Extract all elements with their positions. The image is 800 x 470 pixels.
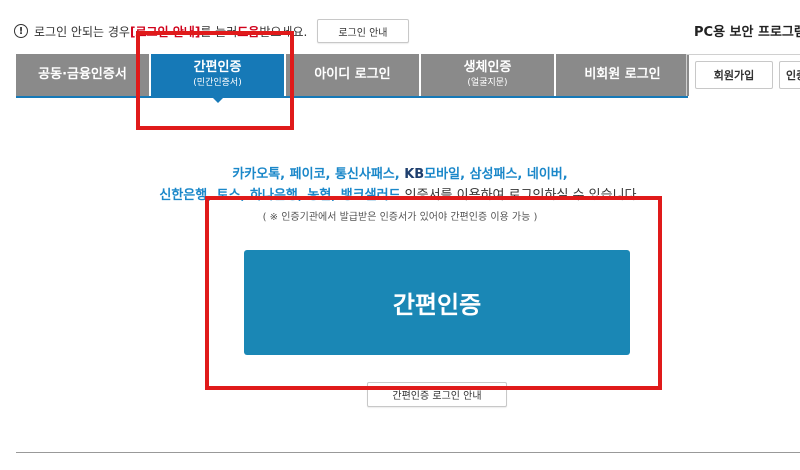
tab-label: 공동·금융인증서	[38, 66, 127, 82]
tab-guest-login[interactable]: 비회원 로그인	[556, 54, 689, 96]
tab-underline	[16, 96, 688, 98]
notice-prefix: 로그인 안되는 경우	[34, 24, 130, 39]
login-guide-link-text: [로그인 안내]	[129, 24, 201, 39]
notice-suffix: 받으세요.	[259, 24, 308, 39]
provider-names-rest: 모바일, 삼성패스, 네이버,	[424, 167, 568, 182]
login-method-tabs: 공동·금융인증서 간편인증 (민간인증서) 아이디 로그인 생체인증 (얼굴지문…	[16, 54, 691, 103]
provider-list-line-2: 신한은행, 토스, 하나은행, 농협, 뱅크샐러드 인증서를 이용하여 로그인하…	[0, 184, 800, 203]
tab-label: 생체인증	[463, 60, 512, 76]
tab-simple-auth[interactable]: 간편인증 (민간인증서)	[151, 54, 284, 103]
certificate-requirement-note: ( ※ 인증기관에서 발급받은 인증서가 있어야 간편인증 이용 가능 )	[262, 212, 538, 223]
tab-label: 간편인증	[193, 60, 242, 76]
notice-help-word: 도움	[237, 24, 260, 39]
member-actions: 회원가입 인증	[686, 54, 800, 96]
pc-security-program-label[interactable]: PC용 보안 프로그램	[694, 21, 800, 40]
simple-auth-button[interactable]: 간편인증	[244, 250, 630, 355]
tab-joint-financial-certificate[interactable]: 공동·금융인증서	[16, 54, 149, 96]
tab-id-login[interactable]: 아이디 로그인	[286, 54, 419, 96]
provider-list-line-1: 카카오톡, 페이코, 통신사패스, KB모바일, 삼성패스, 네이버,	[0, 163, 800, 182]
provider-names: 카카오톡, 페이코, 통신사패스,	[232, 167, 405, 182]
simple-auth-guide-button[interactable]: 간편인증 로그인 안내	[367, 382, 507, 407]
tab-sublabel: (얼굴지문)	[467, 78, 508, 89]
tab-sublabel: (민간인증서)	[193, 78, 242, 89]
provider-names: 신한은행, 토스, 하나은행, 농협, 뱅크샐러드	[159, 188, 401, 203]
provider-kb: KB	[404, 167, 425, 182]
bottom-divider	[16, 452, 800, 453]
certificate-button[interactable]: 인증	[779, 61, 800, 89]
tab-biometric-auth[interactable]: 생체인증 (얼굴지문)	[421, 54, 554, 96]
exclamation-circle-icon: !	[14, 24, 28, 38]
tab-label: 아이디 로그인	[314, 66, 391, 82]
tab-label: 비회원 로그인	[584, 66, 661, 82]
signup-button[interactable]: 회원가입	[695, 61, 773, 89]
login-guide-button[interactable]: 로그인 안내	[317, 19, 409, 43]
notice-middle: 를 눌러	[200, 24, 238, 39]
login-help-notice: ! 로그인 안되는 경우 [로그인 안내] 를 눌러 도움 받으세요. 로그인 …	[14, 18, 409, 44]
provider-description: 인증서를 이용하여 로그인하실 수 있습니다.	[400, 188, 641, 203]
